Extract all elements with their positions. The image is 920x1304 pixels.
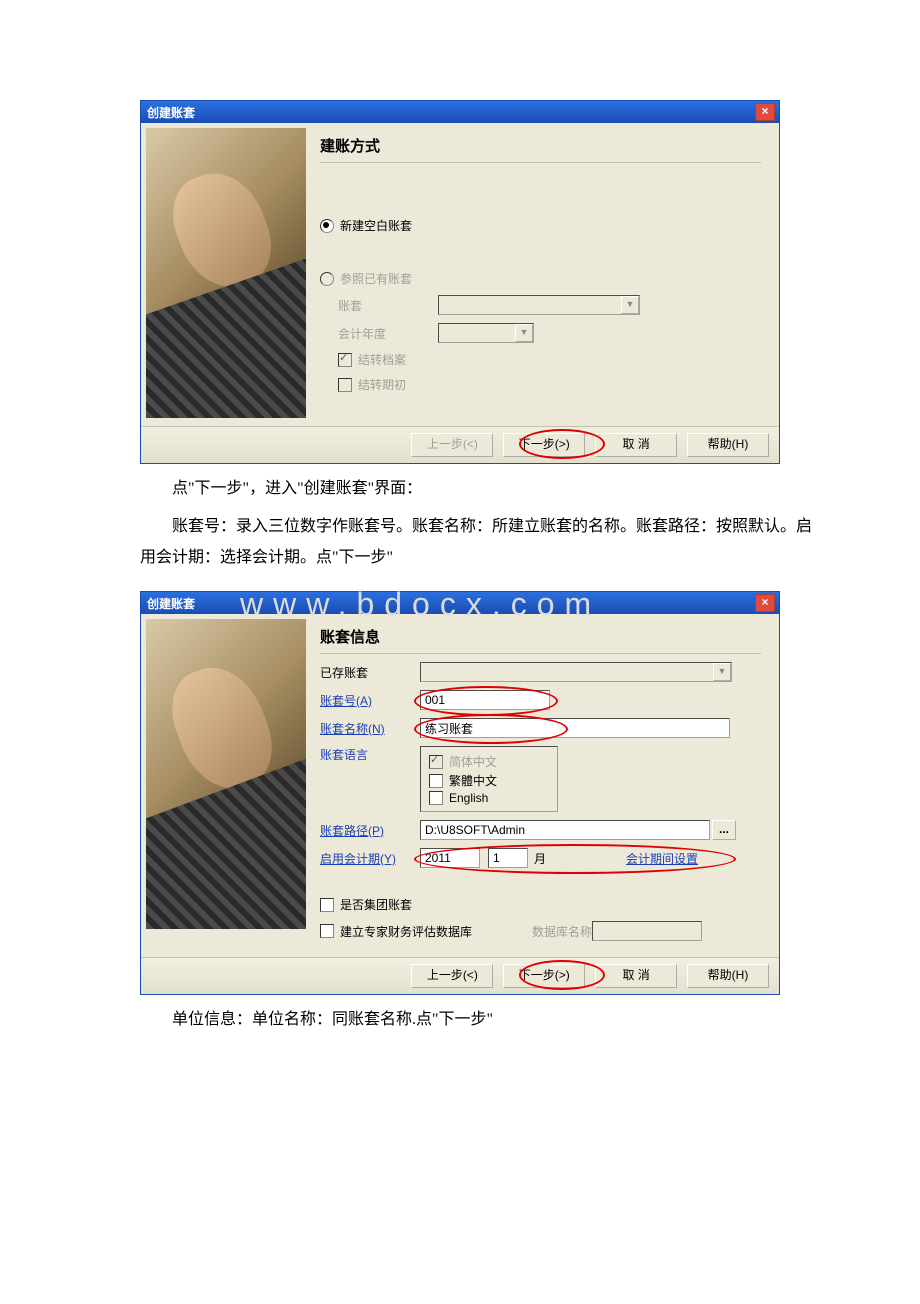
start-month-input[interactable] bbox=[488, 848, 528, 868]
radio-selected-icon[interactable] bbox=[320, 219, 334, 233]
checkbox-unchecked-icon[interactable] bbox=[429, 774, 443, 788]
checkbox-checked-icon bbox=[338, 353, 352, 367]
window-title: 创建账套 bbox=[145, 595, 195, 612]
label-account: 账套 bbox=[338, 297, 438, 314]
button-row-1: 上一步(<) 下一步(>) 取 消 帮助(H) bbox=[141, 426, 779, 463]
checkbox-checked-icon bbox=[429, 755, 443, 769]
help-button[interactable]: 帮助(H) bbox=[687, 964, 769, 988]
lang-en-label: English bbox=[449, 791, 488, 805]
paragraph-1: 点"下一步"，进入"创建账套"界面： bbox=[140, 474, 812, 504]
dialog-create-account-1: 创建账套 × 建账方式 新建空白账套 参照已有账套 bbox=[140, 100, 780, 464]
checkbox-unchecked-icon bbox=[338, 378, 352, 392]
browse-button[interactable]: ... bbox=[712, 820, 736, 840]
paragraph-2: 账套号：录入三位数字作账套号。账套名称：所建立账套的名称。账套路径：按照默认。启… bbox=[140, 512, 812, 573]
titlebar-1: 创建账套 × bbox=[141, 101, 779, 123]
combo-account: ▼ bbox=[438, 295, 640, 315]
button-row-2: 上一步(<) 下一步(>) 取 消 帮助(H) bbox=[141, 957, 779, 994]
label-account-name[interactable]: 账套名称(N) bbox=[320, 720, 420, 737]
radio-ref-existing-row: 参照已有账套 bbox=[320, 270, 761, 287]
radio-ref-existing-label: 参照已有账套 bbox=[340, 270, 412, 287]
chevron-down-icon: ▼ bbox=[621, 296, 639, 314]
db-name-input bbox=[592, 921, 702, 941]
close-icon[interactable]: × bbox=[755, 103, 775, 121]
period-setting-link[interactable]: 会计期间设置 bbox=[626, 850, 698, 867]
lang-group: 简体中文 繁體中文 English bbox=[420, 746, 558, 812]
label-account-lang: 账套语言 bbox=[320, 746, 420, 763]
radio-unselected-icon bbox=[320, 272, 334, 286]
close-icon[interactable]: × bbox=[755, 594, 775, 612]
chk-expert-db-row[interactable]: 建立专家财务评估数据库 数据库名称 bbox=[320, 921, 761, 941]
window-title: 创建账套 bbox=[145, 104, 195, 121]
lang-zh-tw-label: 繁體中文 bbox=[449, 772, 497, 789]
next-button[interactable]: 下一步(>) bbox=[503, 964, 585, 988]
checkbox-unchecked-icon[interactable] bbox=[429, 791, 443, 805]
prev-button[interactable]: 上一步(<) bbox=[411, 964, 493, 988]
chevron-down-icon: ▼ bbox=[713, 663, 731, 681]
account-path-input[interactable] bbox=[420, 820, 710, 840]
chk-carry-archive-row: 结转档案 bbox=[320, 351, 761, 368]
combo-fiscal-year: ▼ bbox=[438, 323, 534, 343]
combo-existing-account: ▼ bbox=[420, 662, 732, 682]
checkbox-unchecked-icon[interactable] bbox=[320, 924, 334, 938]
chevron-down-icon: ▼ bbox=[515, 324, 533, 342]
dialog-create-account-2: 创建账套 × 账套信息 已存账套 ▼ 账套号(A) bbox=[140, 591, 780, 995]
chk-carry-archive-label: 结转档案 bbox=[358, 351, 406, 368]
wizard-illustration bbox=[146, 128, 306, 418]
radio-new-blank-label: 新建空白账套 bbox=[340, 217, 412, 234]
label-start-period[interactable]: 启用会计期(Y) bbox=[320, 850, 420, 867]
label-account-path[interactable]: 账套路径(P) bbox=[320, 822, 420, 839]
wizard-heading: 建账方式 bbox=[320, 133, 761, 163]
account-name-input[interactable] bbox=[420, 718, 730, 738]
next-button[interactable]: 下一步(>) bbox=[503, 433, 585, 457]
wizard-illustration bbox=[146, 619, 306, 929]
label-db-name: 数据库名称 bbox=[532, 923, 592, 940]
chk-carry-opening-row: 结转期初 bbox=[320, 376, 761, 393]
account-no-input[interactable] bbox=[420, 690, 550, 710]
cancel-button[interactable]: 取 消 bbox=[595, 433, 677, 457]
lang-zh-tw-row[interactable]: 繁體中文 bbox=[429, 772, 549, 789]
lang-zh-cn-row: 简体中文 bbox=[429, 753, 549, 770]
titlebar-2: 创建账套 × bbox=[141, 592, 779, 614]
label-fiscal-year: 会计年度 bbox=[338, 325, 438, 342]
help-button[interactable]: 帮助(H) bbox=[687, 433, 769, 457]
chk-group-row[interactable]: 是否集团账套 bbox=[320, 896, 761, 913]
lang-zh-cn-label: 简体中文 bbox=[449, 753, 497, 770]
chk-carry-opening-label: 结转期初 bbox=[358, 376, 406, 393]
wizard-heading: 账套信息 bbox=[320, 624, 761, 654]
paragraph-3: 单位信息：单位名称：同账套名称.点"下一步" bbox=[140, 1005, 812, 1035]
prev-button: 上一步(<) bbox=[411, 433, 493, 457]
label-existing-account: 已存账套 bbox=[320, 664, 420, 681]
label-account-no[interactable]: 账套号(A) bbox=[320, 692, 420, 709]
cancel-button[interactable]: 取 消 bbox=[595, 964, 677, 988]
start-year-input[interactable] bbox=[420, 848, 480, 868]
chk-expert-db-label: 建立专家财务评估数据库 bbox=[340, 923, 472, 940]
month-suffix: 月 bbox=[534, 850, 546, 867]
radio-new-blank-row[interactable]: 新建空白账套 bbox=[320, 217, 761, 234]
checkbox-unchecked-icon[interactable] bbox=[320, 898, 334, 912]
chk-group-label: 是否集团账套 bbox=[340, 896, 412, 913]
lang-en-row[interactable]: English bbox=[429, 791, 549, 805]
